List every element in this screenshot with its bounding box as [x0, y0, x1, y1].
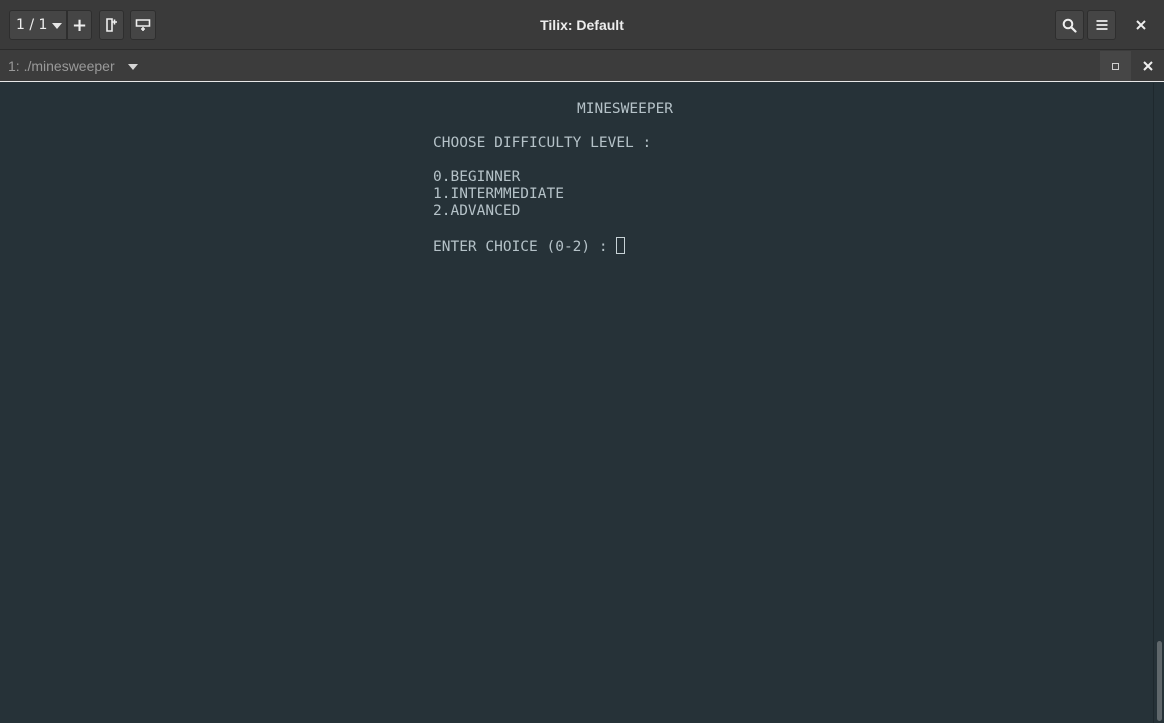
choice-input-line[interactable]: ENTER CHOICE (0-2) : — [433, 237, 626, 256]
session-switcher-button[interactable]: 1 / 1 — [9, 10, 67, 40]
search-button[interactable] — [1055, 10, 1084, 40]
window-title: Tilix: Default — [540, 17, 624, 33]
tilix-window: 1 / 1 + Tilix: Default 1: ./minesweeper … — [0, 0, 1164, 723]
option-beginner: 0.BEGINNER — [433, 169, 521, 185]
split-right-icon — [105, 18, 117, 32]
close-icon — [1136, 20, 1146, 30]
terminal-title-bar: 1: ./minesweeper — [0, 50, 1164, 82]
plus-icon: + — [71, 14, 88, 36]
chevron-down-icon — [52, 23, 62, 29]
terminal-area[interactable]: MINESWEEPER CHOOSE DIFFICULTY LEVEL : 0.… — [0, 83, 1164, 723]
maximize-icon — [1112, 62, 1119, 70]
search-icon — [1062, 18, 1077, 33]
option-advanced: 2.ADVANCED — [433, 203, 521, 219]
maximize-terminal-button[interactable] — [1100, 51, 1131, 81]
hamburger-menu-icon — [1096, 20, 1107, 30]
option-intermediate: 1.INTERMMEDIATE — [433, 186, 564, 202]
add-session-button[interactable]: + — [67, 10, 92, 40]
split-right-button[interactable] — [99, 10, 124, 40]
menu-button[interactable] — [1087, 10, 1116, 40]
difficulty-prompt: CHOOSE DIFFICULTY LEVEL : — [433, 135, 652, 151]
choice-prompt-label: ENTER CHOICE (0-2) : — [433, 239, 617, 255]
terminal-title[interactable]: 1: ./minesweeper — [8, 50, 115, 82]
scrollbar-thumb[interactable] — [1157, 641, 1162, 721]
session-count-label: 1 / 1 — [16, 17, 48, 33]
header-bar: 1 / 1 + Tilix: Default — [0, 0, 1164, 50]
chevron-down-icon[interactable] — [128, 64, 138, 70]
split-down-button[interactable] — [130, 10, 156, 40]
window-close-button[interactable] — [1126, 10, 1156, 40]
close-icon — [1143, 61, 1153, 71]
terminal-scrollbar[interactable] — [1153, 83, 1164, 723]
game-heading: MINESWEEPER — [577, 101, 674, 117]
split-down-icon — [135, 19, 151, 31]
terminal-cursor — [616, 237, 626, 254]
terminal-close-button[interactable] — [1133, 51, 1163, 81]
